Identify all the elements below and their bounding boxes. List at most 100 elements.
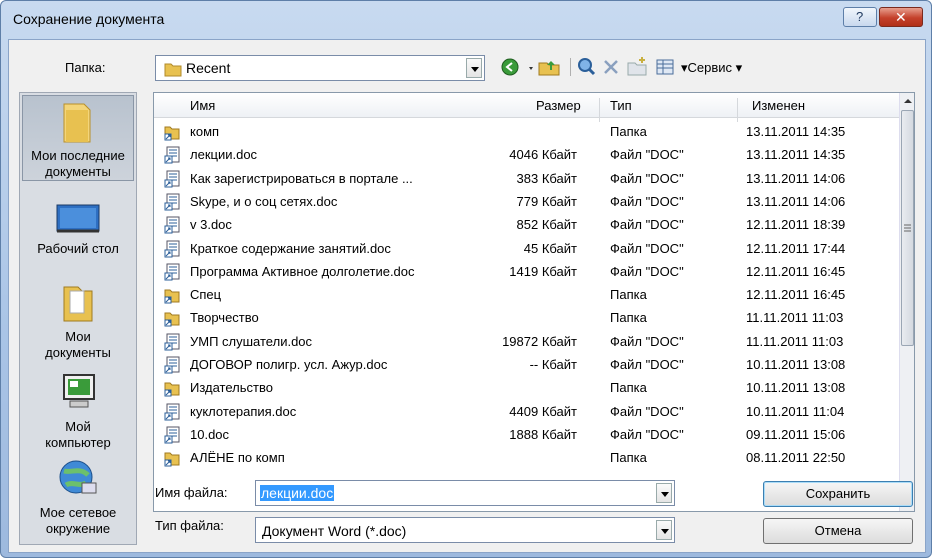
file-size: 779 Кбайт xyxy=(516,193,577,209)
column-size[interactable]: Размер xyxy=(536,98,581,113)
table-row[interactable]: Спец Папка 12.11.2011 16:45 xyxy=(154,284,899,306)
filetype-dropdown[interactable]: Документ Word (*.doc) xyxy=(255,517,675,543)
table-row[interactable]: Skype, и о соц сетях.doc 779 Кбайт Файл "D… xyxy=(154,191,899,213)
save-button[interactable]: Сохранить xyxy=(763,481,913,507)
file-type: Файл "DOC" xyxy=(610,263,684,279)
table-row[interactable]: ДОГОВОР полигр. усл. Ажур.doc -- Кбайт Фай… xyxy=(154,354,899,376)
table-row[interactable]: Издательство Папка 10.11.2011 13:08 xyxy=(154,377,899,399)
file-size: 1888 Кбайт xyxy=(509,426,577,442)
place-my-computer-label: Мой компьютер xyxy=(45,419,111,450)
table-row[interactable]: куклотерапия.doc 4409 Кбайт Файл "DOC" 10.1… xyxy=(154,401,899,423)
table-row[interactable]: Программа Активное долголетие.doc 1419 Кб… xyxy=(154,261,899,283)
table-row[interactable]: УМП слушатели.doc 19872 Кбайт Файл "DOC" 11… xyxy=(154,331,899,353)
close-icon: ✕ xyxy=(895,9,907,25)
table-row[interactable]: Краткое содержание занятий.doc 45 Кбайт Фа… xyxy=(154,238,899,260)
folder-shortcut-icon xyxy=(164,126,180,141)
file-modified: 10.11.2011 13:08 xyxy=(746,380,846,396)
cancel-button[interactable]: Отмена xyxy=(763,518,913,544)
file-modified: 12.11.2011 18:39 xyxy=(746,217,846,233)
table-row[interactable]: 10.doc 1888 Кбайт Файл "DOC" 09.11.2011 15:… xyxy=(154,424,899,446)
file-list[interactable]: Имя Размер Тип Изменен комп Папка 13.11.20… xyxy=(153,92,915,512)
file-modified: 13.11.2011 14:06 xyxy=(746,193,846,209)
file-type: Файл "DOC" xyxy=(610,170,684,186)
table-row[interactable]: АЛЁНЕ по комп Папка 08.11.2011 22:50 xyxy=(154,447,899,469)
filename-value: лекции.doc xyxy=(260,485,335,501)
file-size: 45 Кбайт xyxy=(523,240,577,256)
new-folder-icon[interactable] xyxy=(626,55,648,79)
column-type[interactable]: Тип xyxy=(610,98,632,113)
file-type: Файл "DOC" xyxy=(610,357,684,372)
place-my-documents[interactable]: Мои документы xyxy=(22,279,134,361)
column-modified[interactable]: Изменен xyxy=(752,98,805,113)
file-name: Спец xyxy=(190,287,222,303)
folder-shortcut-icon xyxy=(164,312,180,327)
folder-shortcut-icon xyxy=(164,452,180,467)
place-desktop-label: Рабочий стол xyxy=(37,241,119,256)
chevron-down-icon[interactable] xyxy=(656,520,672,540)
table-row[interactable]: лекции.doc 4046 Кбайт Файл "DOC" 13.11.2011… xyxy=(154,144,899,166)
list-header: Имя Размер Тип Изменен xyxy=(154,93,899,122)
file-modified: 13.11.2011 14:35 xyxy=(746,124,846,139)
file-name: лекции.doc xyxy=(190,147,258,163)
scroll-thumb[interactable] xyxy=(901,110,914,346)
file-size: 1419 Кбайт xyxy=(509,263,577,279)
delete-icon[interactable] xyxy=(601,55,621,79)
folder-value: Recent xyxy=(186,60,231,76)
file-name: АЛЁНЕ по комп xyxy=(190,450,285,466)
close-button[interactable]: ✕ xyxy=(879,7,923,27)
filetype-label: Тип файла: xyxy=(155,518,224,533)
place-desktop[interactable]: Рабочий стол xyxy=(22,197,134,263)
table-row[interactable]: Творчество Папка 11.11.2011 11:03 xyxy=(154,307,899,329)
column-name[interactable]: Имя xyxy=(190,98,215,113)
file-name: 10.doc xyxy=(190,426,230,442)
file-type: Папка xyxy=(610,124,647,139)
file-name: Издательство xyxy=(190,380,273,396)
scroll-up-icon[interactable] xyxy=(900,93,915,108)
file-size: 852 Кбайт xyxy=(516,217,577,233)
place-recent[interactable]: Мои последние документы xyxy=(22,95,134,181)
help-icon: ? xyxy=(856,9,864,24)
file-modified: 12.11.2011 17:44 xyxy=(746,240,846,256)
vertical-scrollbar[interactable] xyxy=(899,93,915,511)
folder-dropdown[interactable]: Recent xyxy=(155,55,485,81)
dialog-body: Папка: Recent ▾Сервис ▾ Мои последние док… xyxy=(8,39,926,553)
filename-input[interactable]: лекции.doc xyxy=(255,480,675,506)
file-modified: 11.11.2011 11:03 xyxy=(746,333,844,349)
folder-shortcut-icon xyxy=(164,289,180,304)
help-button[interactable]: ? xyxy=(843,7,877,27)
file-type: Файл "DOC" xyxy=(610,193,684,209)
back-icon[interactable] xyxy=(499,55,521,79)
grip-icon xyxy=(904,224,911,232)
title-bar[interactable]: Сохранение документа ? ✕ xyxy=(1,1,931,37)
column-divider[interactable] xyxy=(599,98,600,122)
place-network[interactable]: Мое сетевое окружение xyxy=(22,457,134,543)
place-my-computer[interactable]: Мой компьютер xyxy=(22,369,134,451)
table-row[interactable]: v 3.doc 852 Кбайт Файл "DOC" 12.11.2011 18:… xyxy=(154,214,899,236)
file-modified: 09.11.2011 15:06 xyxy=(746,426,846,442)
file-modified: 12.11.2011 16:45 xyxy=(746,287,846,303)
file-type: Файл "DOC" xyxy=(610,217,684,233)
up-folder-icon[interactable] xyxy=(527,55,567,79)
computer-icon xyxy=(63,374,95,408)
doc-shortcut-icon xyxy=(164,193,180,211)
file-modified: 10.11.2011 13:08 xyxy=(746,357,846,372)
file-type: Файл "DOC" xyxy=(610,333,684,349)
service-menu[interactable]: ▾Сервис ▾ xyxy=(681,60,742,76)
file-modified: 13.11.2011 14:06 xyxy=(746,170,846,186)
search-web-icon[interactable] xyxy=(575,55,597,79)
file-type: Файл "DOC" xyxy=(610,240,684,256)
file-size: 4046 Кбайт xyxy=(509,147,577,163)
file-name: ДОГОВОР полигр. усл. Ажур.doc xyxy=(190,357,388,372)
folder-icon xyxy=(164,63,182,77)
table-row[interactable]: Как зарегистрироваться в портале ... 383 … xyxy=(154,168,899,190)
doc-shortcut-icon xyxy=(164,403,180,421)
chevron-down-icon[interactable] xyxy=(466,58,482,78)
file-name: Как зарегистрироваться в портале ... xyxy=(190,170,413,186)
file-modified: 11.11.2011 11:03 xyxy=(746,310,844,326)
file-name: v 3.doc xyxy=(190,217,232,233)
column-divider[interactable] xyxy=(737,98,738,122)
recent-folder-icon xyxy=(63,103,91,143)
table-row[interactable]: комп Папка 13.11.2011 14:35 xyxy=(154,121,899,143)
chevron-down-icon[interactable] xyxy=(656,483,672,503)
views-icon[interactable] xyxy=(654,55,676,79)
